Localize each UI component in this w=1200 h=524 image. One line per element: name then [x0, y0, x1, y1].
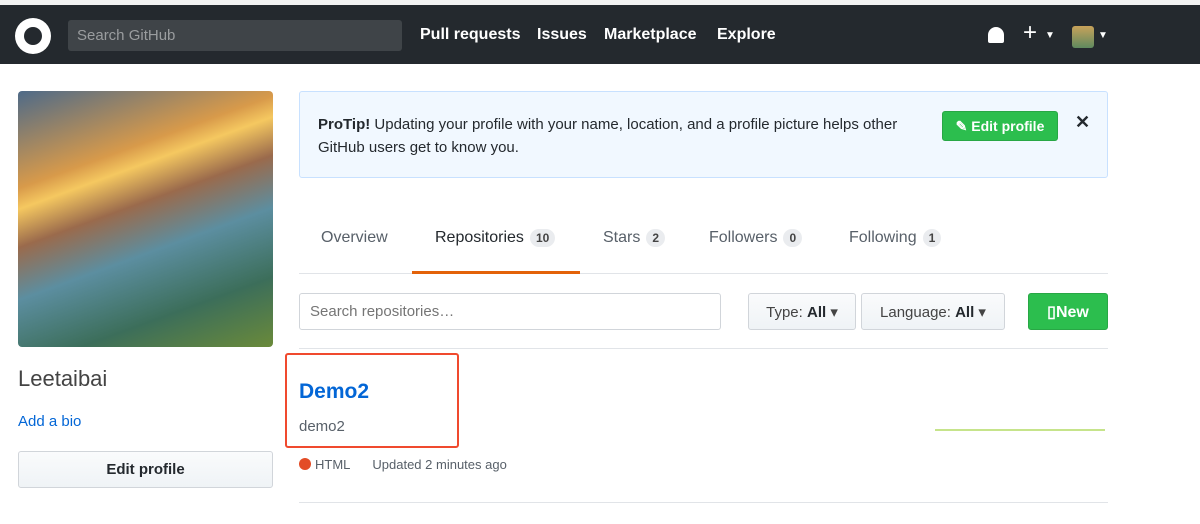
protip-message: Updating your profile with your name, lo… — [318, 116, 898, 156]
type-filter-dropdown[interactable]: Type: All ▾ — [748, 293, 856, 330]
github-logo-icon[interactable] — [15, 18, 51, 54]
nav-pull-requests[interactable]: Pull requests — [420, 26, 520, 44]
repo-updated: Updated 2 minutes ago — [372, 457, 507, 472]
type-value: All — [806, 303, 827, 321]
protip-text: ProTip! Updating your profile with your … — [318, 113, 938, 159]
chevron-down-icon: ▼ — [1045, 30, 1055, 41]
tab-label: Following — [849, 229, 917, 246]
tab-followers[interactable]: Followers 0 — [709, 229, 803, 247]
user-avatar-menu[interactable] — [1072, 26, 1094, 48]
tab-following[interactable]: Following 1 — [849, 229, 942, 247]
protip-edit-label: Edit profile — [971, 117, 1045, 134]
add-bio-link[interactable]: Add a bio — [18, 413, 81, 430]
tab-overview[interactable]: Overview — [321, 229, 388, 247]
tab-label: Followers — [709, 229, 778, 246]
profile-username: Leetaibai — [18, 366, 108, 391]
nav-marketplace[interactable]: Marketplace — [604, 26, 697, 44]
language-label: Language: — [880, 303, 951, 321]
tab-count: 2 — [646, 229, 666, 247]
top-navbar: Pull requests Issues Marketplace Explore… — [0, 5, 1200, 64]
new-repository-button[interactable]: ▯New — [1028, 293, 1108, 330]
repo-language: HTML — [315, 457, 351, 472]
edit-profile-button[interactable]: Edit profile — [18, 451, 273, 488]
tab-stars[interactable]: Stars 2 — [603, 229, 666, 247]
divider — [299, 502, 1108, 503]
language-filter-dropdown[interactable]: Language: All ▾ — [861, 293, 1005, 330]
divider — [299, 348, 1108, 349]
repo-icon: ▯ — [1047, 303, 1056, 321]
type-label: Type: — [766, 303, 803, 321]
nav-issues[interactable]: Issues — [537, 26, 587, 44]
repo-name-link[interactable]: Demo2 — [299, 380, 369, 404]
activity-sparkline — [935, 429, 1105, 431]
close-icon[interactable]: ✕ — [1075, 112, 1090, 133]
tab-label: Overview — [321, 229, 388, 246]
search-repositories-input[interactable] — [299, 293, 721, 330]
active-tab-underline — [412, 271, 580, 274]
tab-label: Stars — [603, 229, 641, 246]
new-label: New — [1055, 303, 1089, 321]
nav-explore[interactable]: Explore — [717, 26, 776, 44]
tab-label: Repositories — [435, 229, 524, 246]
protip-edit-profile-button[interactable]: ✎ Edit profile — [942, 111, 1058, 141]
tab-repositories[interactable]: Repositories 10 — [435, 229, 556, 247]
create-new-plus-icon[interactable]: + — [1023, 19, 1037, 47]
profile-avatar[interactable] — [18, 91, 273, 347]
tab-count: 0 — [783, 229, 803, 247]
language-value: All — [955, 303, 975, 321]
repo-meta: HTML Updated 2 minutes ago — [299, 457, 507, 472]
protip-title: ProTip! — [318, 116, 371, 133]
repo-description: demo2 — [299, 418, 345, 435]
chevron-down-icon: ▼ — [1098, 30, 1108, 41]
tab-count: 10 — [529, 229, 556, 247]
notifications-bell-icon[interactable] — [988, 27, 1004, 43]
search-github-input[interactable] — [68, 20, 402, 51]
profile-tabs: Overview Repositories 10 Stars 2 Followers… — [299, 212, 1108, 274]
protip-banner: ProTip! Updating your profile with your … — [299, 91, 1108, 178]
language-color-dot — [299, 458, 311, 470]
tab-count: 1 — [922, 229, 942, 247]
